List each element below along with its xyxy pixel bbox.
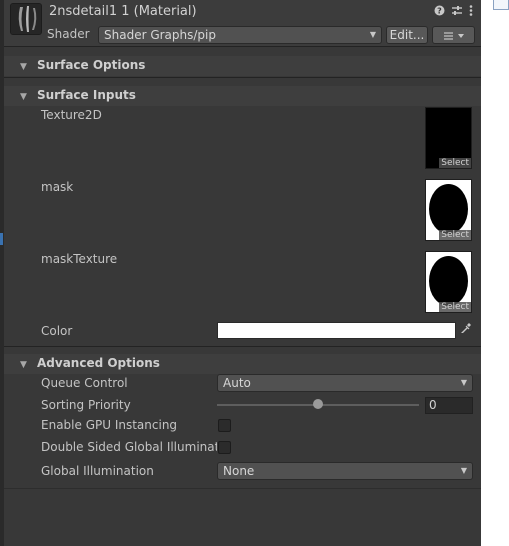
material-preview-icon: [10, 3, 42, 35]
section-divider: [4, 346, 481, 347]
mask-slot[interactable]: Select: [425, 179, 472, 241]
shader-value: Shader Graphs/pip: [104, 28, 216, 42]
texture2d-select[interactable]: Select: [439, 158, 471, 168]
shader-options-button[interactable]: [432, 26, 475, 44]
edit-shader-button[interactable]: Edit...: [386, 26, 428, 44]
advanced-options-title: Advanced Options: [37, 356, 160, 370]
queue-control-value: Auto: [223, 376, 251, 390]
surface-options-title: Surface Options: [37, 58, 146, 72]
chevron-down-icon: ▼: [460, 466, 467, 475]
sorting-priority-slider-handle[interactable]: [313, 399, 323, 409]
color-label: Color: [41, 324, 73, 338]
advanced-options-foldout[interactable]: ▼ Advanced Options: [20, 356, 160, 370]
mask-select[interactable]: Select: [439, 230, 471, 240]
bottom-divider: [4, 488, 481, 489]
shader-label: Shader: [47, 27, 90, 41]
mask-texture-label: maskTexture: [41, 252, 118, 266]
sorting-priority-field[interactable]: 0: [425, 397, 473, 414]
texture2d-label: Texture2D: [41, 108, 102, 122]
left-edge: [0, 0, 4, 546]
help-icon[interactable]: ?: [434, 5, 445, 19]
texture2d-slot[interactable]: Select: [425, 107, 472, 169]
chevron-down-icon: ▼: [460, 378, 467, 387]
mask-label: mask: [41, 180, 74, 194]
chevron-down-icon: ▼: [369, 30, 376, 39]
header-divider: [4, 46, 481, 47]
mask-texture-slot[interactable]: Select: [425, 251, 472, 313]
double-sided-gi-checkbox[interactable]: [218, 441, 231, 454]
list-icon: [443, 31, 453, 40]
section-divider: [4, 77, 481, 78]
foldout-arrow-icon: ▼: [20, 62, 27, 72]
right-pane: [481, 0, 509, 546]
mask-texture-select[interactable]: Select: [439, 302, 471, 312]
folder-icon[interactable]: [493, 0, 509, 10]
surface-inputs-foldout[interactable]: ▼ Surface Inputs: [20, 88, 136, 102]
double-sided-gi-label: Double Sided Global Illuminatio: [41, 440, 217, 454]
mask-preview: [429, 184, 468, 234]
global-illumination-dropdown[interactable]: None ▼: [217, 462, 473, 480]
global-illumination-label: Global Illumination: [41, 464, 154, 478]
svg-text:?: ?: [437, 7, 442, 16]
queue-control-label: Queue Control: [41, 376, 128, 390]
queue-control-dropdown[interactable]: Auto ▼: [217, 374, 473, 392]
mask-texture-preview: [429, 256, 468, 306]
global-illumination-value: None: [223, 464, 255, 478]
surface-inputs-title: Surface Inputs: [37, 88, 136, 102]
surface-options-foldout[interactable]: ▼ Surface Options: [20, 58, 145, 72]
color-field[interactable]: [217, 322, 456, 339]
gpu-instancing-label: Enable GPU Instancing: [41, 418, 178, 432]
sorting-priority-label: Sorting Priority: [41, 398, 131, 412]
foldout-arrow-icon: ▼: [20, 360, 27, 370]
shader-dropdown[interactable]: Shader Graphs/pip ▼: [98, 26, 382, 44]
foldout-arrow-icon: ▼: [20, 92, 27, 102]
gpu-instancing-checkbox[interactable]: [218, 419, 231, 432]
preset-icon[interactable]: [451, 5, 463, 19]
more-icon[interactable]: [469, 5, 473, 19]
left-selection-marker: [0, 233, 3, 245]
eyedropper-icon[interactable]: [458, 322, 473, 339]
material-title: 2nsdetail1 1 (Material): [49, 4, 197, 19]
